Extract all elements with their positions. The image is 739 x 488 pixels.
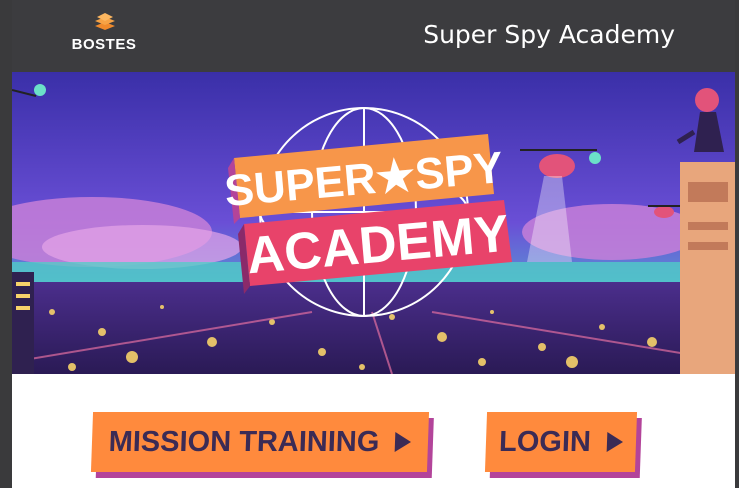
header-bar: BOSTES Super Spy Academy <box>12 0 735 72</box>
play-arrow-icon <box>606 432 624 452</box>
login-label: LOGIN <box>498 425 592 458</box>
app-frame: BOSTES Super Spy Academy SUPER★SPY ACADE… <box>12 0 735 488</box>
building-right <box>680 162 735 374</box>
page-title: Super Spy Academy <box>423 20 675 49</box>
hero-illustration: SUPER★SPY ACADEMY <box>12 72 735 374</box>
play-arrow-icon <box>394 432 412 452</box>
bostes-logo[interactable]: BOSTES <box>64 12 144 58</box>
login-button[interactable]: LOGIN <box>484 412 638 472</box>
logo-text: BOSTES <box>71 36 137 53</box>
building-left <box>12 272 34 374</box>
mission-training-label: MISSION TRAINING <box>108 425 380 458</box>
hero-banner: SUPER★SPY ACADEMY <box>12 72 735 374</box>
mission-training-button[interactable]: MISSION TRAINING <box>90 412 430 472</box>
book-stack-icon <box>95 13 115 30</box>
